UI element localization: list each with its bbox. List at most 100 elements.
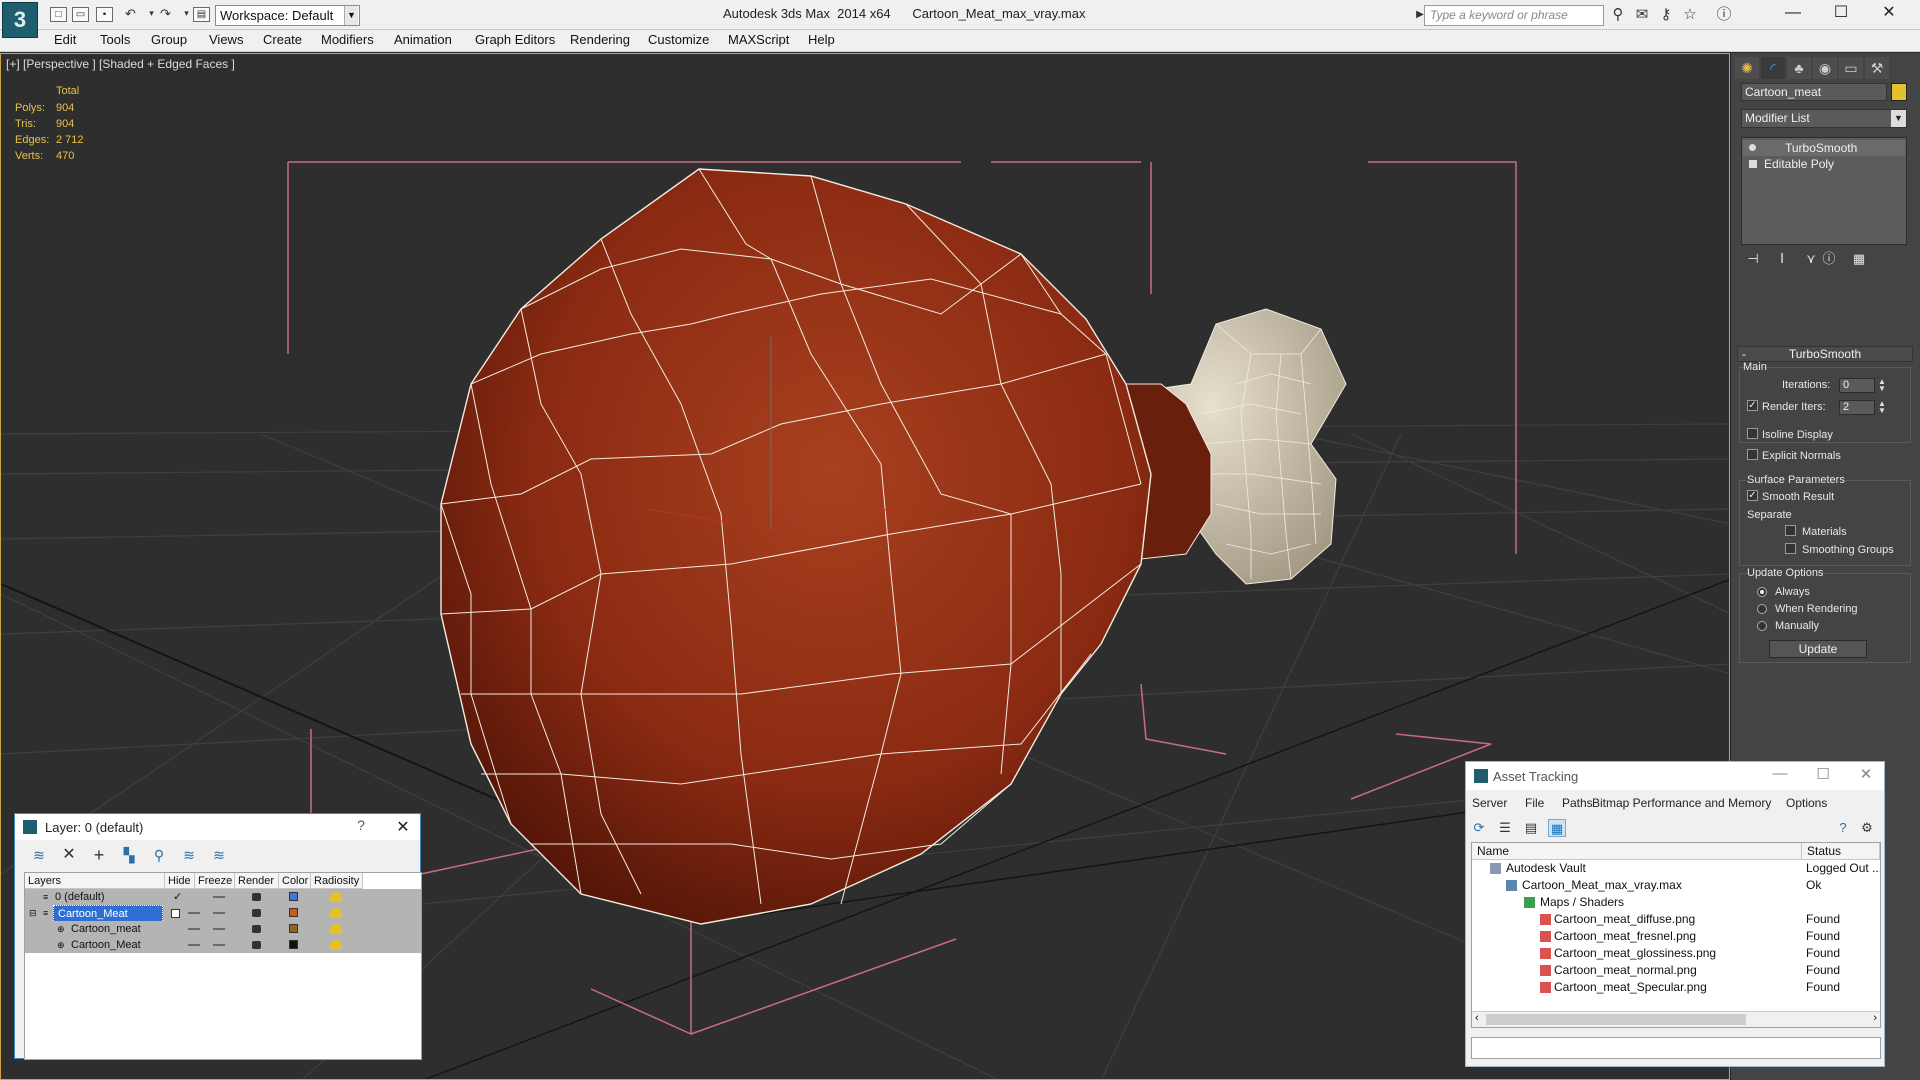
freeze-toggle[interactable] — [213, 896, 225, 898]
when-rendering-radio[interactable] — [1757, 604, 1767, 614]
refresh-icon[interactable]: ⟳ — [1470, 819, 1488, 837]
pin-stack-icon[interactable]: ⊣ — [1743, 250, 1763, 268]
layer-color-swatch[interactable] — [289, 908, 298, 917]
dialog-title-bar[interactable]: Layer: 0 (default) ? ✕ — [15, 814, 420, 840]
menu-create[interactable]: Create — [263, 32, 302, 47]
modifier-list-dropdown[interactable]: Modifier List ▼ — [1741, 109, 1907, 128]
hide-all-icon[interactable]: ≋ — [179, 846, 199, 864]
horizontal-scrollbar[interactable]: ‹ › — [1472, 1011, 1880, 1027]
workspace-select[interactable]: Workspace: Default — [215, 5, 360, 26]
manually-radio[interactable] — [1757, 621, 1767, 631]
scrollbar-thumb[interactable] — [1486, 1014, 1746, 1025]
menu-maxscript[interactable]: MAXScript — [728, 32, 789, 47]
menu-bitmap-performance[interactable]: Bitmap Performance and Memory — [1592, 796, 1771, 810]
undo-icon[interactable]: ↶ — [122, 7, 139, 22]
table-view-icon[interactable]: ▦ — [1548, 819, 1566, 837]
chevron-down-icon[interactable]: ▼ — [1891, 110, 1906, 127]
menu-graph-editors[interactable]: Graph Editors — [475, 32, 555, 47]
project-folder-icon[interactable]: ▤ — [193, 7, 210, 22]
highlight-layer-icon[interactable]: ⚲ — [149, 846, 169, 864]
explicit-normals-checkbox[interactable] — [1747, 449, 1758, 460]
menu-modifiers[interactable]: Modifiers — [321, 32, 374, 47]
asset-row[interactable]: Autodesk Vault Logged Out ... — [1472, 860, 1880, 877]
spinner-arrows-icon[interactable]: ▲ ▼ — [1877, 378, 1887, 393]
communication-center-icon[interactable]: ✉ — [1632, 6, 1652, 24]
remove-modifier-icon[interactable]: ⓘ — [1819, 250, 1839, 268]
save-file-icon[interactable]: ▪ — [96, 7, 113, 22]
delete-layer-icon[interactable]: ✕ — [59, 846, 79, 864]
utilities-tab-icon[interactable]: ⚒ — [1865, 57, 1889, 79]
column-header[interactable]: Hide — [165, 873, 195, 889]
scroll-right-icon[interactable]: › — [1873, 1012, 1877, 1024]
configure-sets-icon[interactable]: ▦ — [1849, 250, 1869, 268]
search-input[interactable]: Type a keyword or phrase — [1424, 5, 1604, 26]
column-header[interactable]: Color — [279, 873, 311, 889]
render-teapot-icon[interactable] — [252, 893, 261, 901]
asset-row[interactable]: Cartoon_meat_normal.png Found — [1472, 962, 1880, 979]
update-button[interactable]: Update — [1769, 640, 1867, 658]
radiosity-icon[interactable] — [330, 924, 342, 934]
menu-animation[interactable]: Animation — [394, 32, 452, 47]
show-end-result-icon[interactable]: Ⅰ — [1772, 250, 1792, 268]
help-icon[interactable]: ? — [1834, 819, 1852, 837]
asset-row[interactable]: Maps / Shaders — [1472, 894, 1880, 911]
smooth-result-checkbox[interactable]: ✓ — [1747, 490, 1758, 501]
display-tab-icon[interactable]: ▭ — [1839, 57, 1863, 79]
layer-row[interactable]: ⊕ Cartoon_meat — [25, 921, 421, 937]
render-teapot-icon[interactable] — [252, 925, 261, 933]
asset-row[interactable]: Cartoon_meat_fresnel.png Found — [1472, 928, 1880, 945]
asset-row[interactable]: Cartoon_meat_glossiness.png Found — [1472, 945, 1880, 962]
asset-row[interactable]: Cartoon_meat_diffuse.png Found — [1472, 911, 1880, 928]
layer-row[interactable]: ≡ 0 (default) ✓ — [25, 889, 421, 905]
current-layer-checkbox[interactable] — [171, 909, 180, 918]
open-file-icon[interactable]: ▭ — [72, 7, 89, 22]
freeze-toggle[interactable] — [213, 944, 225, 946]
object-color-swatch[interactable] — [1891, 83, 1907, 101]
create-layer-icon[interactable]: ≋ — [29, 846, 49, 864]
iterations-spinner[interactable]: 0 — [1839, 378, 1875, 393]
binoculars-icon[interactable]: ⚲ — [1608, 6, 1628, 24]
menu-edit[interactable]: Edit — [54, 32, 76, 47]
app-logo-button[interactable]: 3 — [2, 2, 38, 38]
motion-tab-icon[interactable]: ◉ — [1813, 57, 1837, 79]
layer-row[interactable]: ⊕ Cartoon_Meat — [25, 937, 421, 953]
smoothing-groups-checkbox[interactable] — [1785, 543, 1796, 554]
maximize-icon[interactable]: ☐ — [1818, 0, 1864, 28]
layer-color-swatch[interactable] — [289, 940, 298, 949]
expand-plus-icon[interactable] — [1749, 160, 1757, 168]
column-header[interactable]: Layers — [25, 873, 165, 889]
column-header[interactable]: Status — [1802, 843, 1880, 860]
freeze-all-icon[interactable]: ≋ — [209, 846, 229, 864]
rollout-turbosmooth[interactable]: - TurboSmooth — [1737, 346, 1913, 362]
checkmark-icon[interactable]: ✓ — [173, 890, 182, 903]
close-icon[interactable]: ✕ — [1866, 0, 1912, 28]
render-teapot-icon[interactable] — [252, 941, 261, 949]
hierarchy-tab-icon[interactable]: ♣ — [1787, 57, 1811, 79]
dialog-title-bar[interactable]: Asset Tracking — ☐ ✕ — [1466, 762, 1884, 790]
column-header[interactable]: Radiosity — [311, 873, 363, 889]
menu-help[interactable]: Help — [808, 32, 835, 47]
create-tab-icon[interactable]: ✺ — [1735, 57, 1759, 79]
menu-tools[interactable]: Tools — [100, 32, 130, 47]
asset-row[interactable]: Cartoon_meat_Specular.png Found — [1472, 979, 1880, 996]
menu-customize[interactable]: Customize — [648, 32, 709, 47]
viewport-label[interactable]: [+] [Perspective ] [Shaded + Edged Faces… — [6, 57, 235, 71]
select-objects-icon[interactable]: ▚ — [119, 846, 139, 864]
stack-item-turbosmooth[interactable]: TurboSmooth — [1743, 140, 1905, 156]
layer-color-swatch[interactable] — [289, 892, 298, 901]
maximize-icon[interactable]: ☐ — [1808, 765, 1838, 783]
add-to-layer-icon[interactable]: + — [89, 846, 109, 864]
close-icon[interactable]: ✕ — [1851, 765, 1881, 783]
menu-views[interactable]: Views — [209, 32, 243, 47]
minimize-icon[interactable]: — — [1770, 0, 1816, 28]
chevron-down-icon[interactable]: ▼ — [344, 6, 358, 25]
hide-toggle[interactable] — [188, 944, 200, 946]
make-unique-icon[interactable]: ⋎ — [1801, 250, 1821, 268]
menu-server[interactable]: Server — [1472, 796, 1507, 810]
layer-color-swatch[interactable] — [289, 924, 298, 933]
grid-view-icon[interactable]: ▤ — [1522, 819, 1540, 837]
collapse-minus-icon[interactable]: ⊟ — [29, 908, 37, 919]
scroll-left-icon[interactable]: ‹ — [1475, 1012, 1479, 1024]
asset-row[interactable]: Cartoon_Meat_max_vray.max Ok — [1472, 877, 1880, 894]
render-teapot-icon[interactable] — [252, 909, 261, 917]
